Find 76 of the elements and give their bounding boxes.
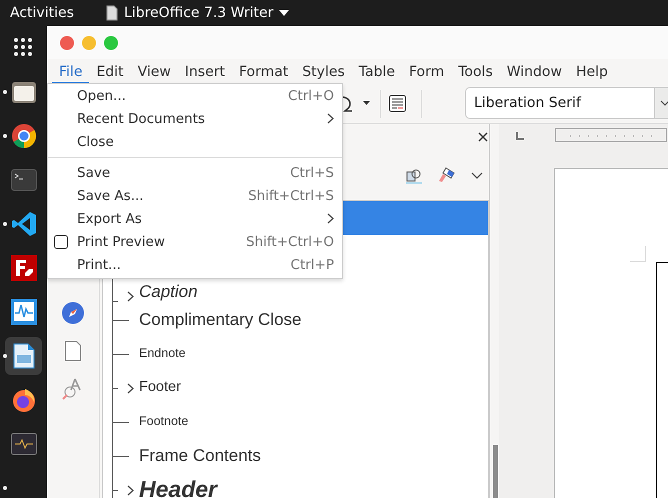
transfer-icon[interactable]	[10, 255, 36, 281]
menu-entry-label: Print Preview	[77, 234, 166, 250]
page-icon[interactable]	[65, 341, 81, 361]
shortcut-label: Ctrl+S	[290, 164, 334, 180]
scrollbar-handle[interactable]	[493, 445, 498, 498]
menu-entry-label: Export As	[77, 210, 143, 226]
menu-entry-label: Save	[77, 164, 112, 180]
menu-item[interactable]: Format	[232, 59, 296, 84]
style-item[interactable]: Endnote	[139, 347, 186, 361]
caret-icon	[279, 10, 290, 16]
terminal-icon[interactable]	[10, 169, 36, 191]
waveform-icon[interactable]	[10, 299, 36, 325]
expand-icon[interactable]	[127, 382, 134, 394]
style-item[interactable]: Caption	[139, 283, 198, 302]
tab-stop-icon[interactable]	[516, 132, 524, 140]
chevron-icon	[327, 213, 334, 224]
menu-entry[interactable]: Recent Documents	[48, 107, 342, 130]
shortcut-label: Ctrl+P	[290, 256, 334, 272]
app-grid-icon[interactable]	[14, 38, 34, 58]
chevron-down-icon	[660, 100, 668, 106]
document-icon[interactable]	[12, 343, 34, 369]
corner-mark	[630, 246, 646, 262]
close-panel-button[interactable]	[478, 132, 488, 142]
menu-item[interactable]: View	[130, 59, 178, 84]
menu-entry[interactable]: Open... Ctrl+O	[48, 84, 342, 107]
menu-entry-label: Open...	[77, 88, 127, 104]
menu-item[interactable]: File	[52, 59, 90, 84]
menu-entry-label: Print...	[77, 256, 122, 272]
checkbox[interactable]	[54, 235, 68, 249]
menu-item[interactable]: Form	[402, 59, 452, 84]
shortcut-label: Shift+Ctrl+O	[246, 234, 334, 250]
caret-icon[interactable]	[363, 101, 370, 105]
menu-item[interactable]: Window	[500, 59, 569, 84]
app-menu[interactable]: LibreOffice 7.3 Writer	[106, 5, 290, 21]
menu-item[interactable]: Help	[568, 59, 615, 84]
editor-icon[interactable]	[10, 211, 36, 237]
menu-entry[interactable]: Save As... Shift+Ctrl+S	[48, 184, 342, 207]
style-item[interactable]: Footer	[139, 380, 181, 396]
menu-entry[interactable]: Export As	[48, 207, 342, 230]
close-button[interactable]	[60, 36, 74, 50]
new-style-button[interactable]	[437, 166, 457, 184]
menu-entry[interactable]: Close	[48, 130, 342, 153]
shortcut-label: Ctrl+O	[288, 88, 334, 104]
chevron-down-icon	[471, 172, 483, 178]
menu-entry[interactable]: Save Ctrl+S	[48, 161, 342, 184]
menu-entry-label: Save As...	[77, 188, 145, 204]
compass-icon[interactable]	[61, 301, 85, 325]
menu-item[interactable]: Insert	[178, 59, 232, 84]
menu-entry[interactable]: Print... Ctrl+P	[48, 253, 342, 276]
menu-entry-label: Close	[77, 134, 115, 150]
menu-entry[interactable]: Print Preview Shift+Ctrl+O	[48, 230, 342, 253]
close-icon	[478, 132, 488, 142]
folder-icon[interactable]	[10, 80, 36, 104]
expand-icon[interactable]	[127, 484, 134, 496]
activities-label[interactable]: Activities	[10, 5, 106, 21]
menu-item[interactable]: Styles	[295, 59, 352, 84]
menu-entry-label: Recent Documents	[77, 110, 206, 126]
style-item[interactable]: Complimentary Close	[139, 310, 302, 330]
shortcut-label: Shift+Ctrl+S	[248, 188, 334, 204]
style-item[interactable]: Header	[139, 477, 217, 498]
menu-item[interactable]: Tools	[451, 59, 500, 84]
text-lines-icon[interactable]	[389, 95, 406, 112]
dropdown-button[interactable]	[471, 172, 483, 178]
menu-item[interactable]: Edit	[89, 59, 131, 84]
menu-item[interactable]: Table	[352, 59, 402, 84]
globe-icon[interactable]	[10, 387, 36, 413]
style-item[interactable]: Footnote	[139, 415, 188, 429]
omega-icon[interactable]	[341, 94, 353, 112]
expand-icon[interactable]	[127, 291, 134, 302]
document-icon	[106, 5, 118, 21]
activity-monitor-icon[interactable]	[10, 433, 36, 455]
browser-icon[interactable]	[10, 123, 36, 149]
style-item[interactable]: Frame Contents	[139, 446, 261, 466]
chevron-icon	[327, 113, 334, 124]
brush-icon	[437, 166, 457, 184]
font-name-field[interactable]: Liberation Serif	[465, 87, 655, 119]
